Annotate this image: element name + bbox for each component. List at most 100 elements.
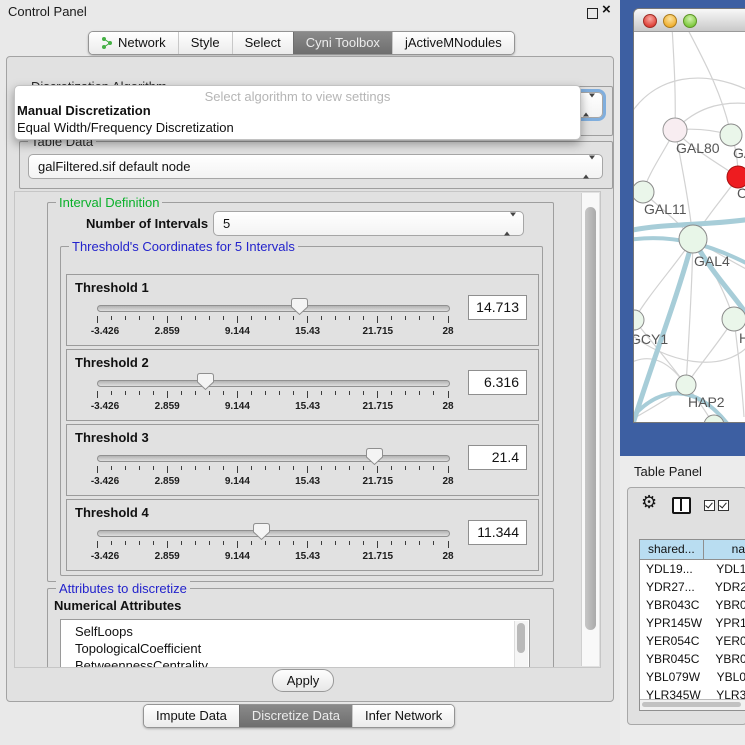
slider-tick-label: 21.715 bbox=[363, 326, 394, 337]
float-window-icon[interactable] bbox=[587, 8, 598, 19]
cell-shared-name[interactable]: YER054C bbox=[640, 632, 709, 650]
network-node[interactable] bbox=[634, 310, 644, 330]
slider-tick bbox=[321, 466, 322, 470]
table-row[interactable]: YBR045CYBR0 bbox=[640, 650, 745, 668]
number-of-intervals-select[interactable]: 5 bbox=[213, 211, 524, 236]
table-row[interactable]: YBL079WYBL0 bbox=[640, 668, 745, 686]
tab-infer-network[interactable]: Infer Network bbox=[352, 705, 454, 727]
tab-select[interactable]: Select bbox=[232, 32, 293, 54]
slider-tick bbox=[349, 391, 350, 395]
minimize-window-icon[interactable] bbox=[663, 14, 677, 28]
threshold-value-field[interactable]: 11.344 bbox=[468, 520, 527, 545]
cell-shared-name[interactable]: YPR145W bbox=[640, 614, 709, 632]
slider-track[interactable] bbox=[97, 530, 450, 537]
cell-name[interactable]: YDL1 bbox=[710, 560, 745, 578]
zoom-window-icon[interactable] bbox=[683, 14, 697, 28]
slider-tick bbox=[209, 316, 210, 320]
column-header-shared-name[interactable]: shared... bbox=[640, 540, 704, 559]
gear-icon[interactable]: ⚙ bbox=[641, 492, 657, 513]
settings-vertical-scrollbar[interactable] bbox=[581, 193, 599, 666]
slider-tick bbox=[125, 316, 126, 320]
cell-shared-name[interactable]: YDL19... bbox=[640, 560, 710, 578]
slider-tick bbox=[139, 541, 140, 545]
slider-tick bbox=[321, 541, 322, 545]
cell-shared-name[interactable]: YBR043C bbox=[640, 596, 709, 614]
threshold-value-field[interactable]: 6.316 bbox=[468, 370, 527, 395]
slider-thumb[interactable] bbox=[366, 447, 383, 466]
node-attribute-table[interactable]: shared... na YDL19...YDL1YDR27...YDR2YBR… bbox=[639, 539, 745, 711]
slider-thumb[interactable] bbox=[253, 522, 270, 541]
tab-impute-data[interactable]: Impute Data bbox=[144, 705, 239, 727]
numerical-attributes-list[interactable]: SelfLoopsTopologicalCoefficientBetweenne… bbox=[60, 619, 530, 668]
cell-shared-name[interactable]: YBL079W bbox=[640, 668, 711, 686]
settings-scrollbar-thumb[interactable] bbox=[585, 207, 596, 630]
network-node[interactable] bbox=[679, 225, 707, 253]
tab-label: Discretize Data bbox=[252, 705, 340, 727]
slider-track[interactable] bbox=[97, 455, 450, 462]
table-horizontal-scrollbar[interactable] bbox=[640, 699, 745, 710]
combo-arrows-icon bbox=[504, 216, 516, 231]
slider-thumb[interactable] bbox=[291, 297, 308, 316]
checkbox-icon[interactable] bbox=[718, 500, 729, 511]
network-window-titlebar[interactable] bbox=[634, 9, 745, 32]
tab-style[interactable]: Style bbox=[178, 32, 232, 54]
network-node[interactable] bbox=[722, 307, 745, 331]
attribute-item-topologicalcoefficient[interactable]: TopologicalCoefficient bbox=[61, 640, 529, 657]
attribute-item-selfloops[interactable]: SelfLoops bbox=[61, 623, 529, 640]
column-header-name[interactable]: na bbox=[704, 540, 745, 559]
attributes-scrollbar-thumb[interactable] bbox=[517, 623, 525, 653]
table-row[interactable]: YDL19...YDL1 bbox=[640, 560, 745, 578]
split-columns-icon[interactable] bbox=[672, 497, 691, 514]
cell-shared-name[interactable]: YDR27... bbox=[640, 578, 709, 596]
slider-tick-label: 9.144 bbox=[225, 476, 250, 487]
threshold-value-field[interactable]: 14.713 bbox=[468, 295, 527, 320]
table-row[interactable]: YBR043CYBR0 bbox=[640, 596, 745, 614]
node-label-h: H bbox=[739, 330, 745, 346]
table-row[interactable]: YPR145WYPR1 bbox=[640, 614, 745, 632]
slider-tick bbox=[97, 391, 98, 398]
slider-tick bbox=[139, 391, 140, 395]
tab-label: Infer Network bbox=[365, 705, 442, 727]
table-row[interactable]: YER054CYER0 bbox=[640, 632, 745, 650]
network-node[interactable] bbox=[634, 181, 654, 203]
cell-name[interactable]: YER0 bbox=[709, 632, 745, 650]
slider-tick-label: 21.715 bbox=[363, 476, 394, 487]
network-canvas[interactable]: GAL80GACGAL11GAL4GCY1HHAP2 bbox=[634, 32, 745, 422]
slider-track[interactable] bbox=[97, 305, 450, 312]
close-window-icon[interactable] bbox=[643, 14, 657, 28]
tab-discretize-data[interactable]: Discretize Data bbox=[239, 705, 352, 727]
slider-track[interactable] bbox=[97, 380, 450, 387]
close-icon[interactable]: × bbox=[602, 1, 611, 18]
cell-name[interactable]: YDR2 bbox=[709, 578, 745, 596]
slider-tick bbox=[391, 316, 392, 320]
popup-option-equal-width[interactable]: Equal Width/Frequency Discretization bbox=[17, 120, 234, 135]
network-node[interactable] bbox=[720, 124, 742, 146]
combo-arrows-icon bbox=[583, 159, 595, 174]
table-header-row: shared... na bbox=[640, 540, 745, 560]
table-row[interactable]: YDR27...YDR2 bbox=[640, 578, 745, 596]
cell-name[interactable]: YBR0 bbox=[709, 650, 745, 668]
cell-shared-name[interactable]: YBR045C bbox=[640, 650, 709, 668]
checkbox-icon[interactable] bbox=[704, 500, 715, 511]
popup-option-manual[interactable]: Manual Discretization bbox=[17, 103, 151, 118]
attributes-scrollbar[interactable] bbox=[514, 621, 528, 668]
network-node[interactable] bbox=[676, 375, 696, 395]
cell-name[interactable]: YBR0 bbox=[709, 596, 745, 614]
cell-name[interactable]: YPR1 bbox=[709, 614, 745, 632]
network-node[interactable] bbox=[663, 118, 687, 142]
apply-button[interactable]: Apply bbox=[272, 669, 334, 692]
attribute-item-betweennesscentrality[interactable]: BetweennessCentrality bbox=[61, 657, 529, 668]
attribute-items: SelfLoopsTopologicalCoefficientBetweenne… bbox=[61, 620, 529, 668]
tab-jactivemnodules[interactable]: jActiveMNodules bbox=[392, 32, 514, 54]
network-desktop-frame: GAL80GACGAL11GAL4GCY1HHAP2 bbox=[620, 0, 745, 456]
slider-tick bbox=[293, 391, 294, 395]
tab-cyni-toolbox[interactable]: Cyni Toolbox bbox=[293, 32, 392, 54]
slider-tick bbox=[265, 391, 266, 395]
cell-name[interactable]: YBL0 bbox=[711, 668, 745, 686]
tab-network[interactable]: Network bbox=[89, 32, 178, 54]
threshold-value-field[interactable]: 21.4 bbox=[468, 445, 527, 470]
table-data-select[interactable]: galFiltered.sif default node bbox=[28, 154, 603, 179]
table-hscrollbar-thumb[interactable] bbox=[642, 702, 741, 707]
slider-tick-label: 15.43 bbox=[295, 326, 320, 337]
slider-thumb[interactable] bbox=[197, 372, 214, 391]
